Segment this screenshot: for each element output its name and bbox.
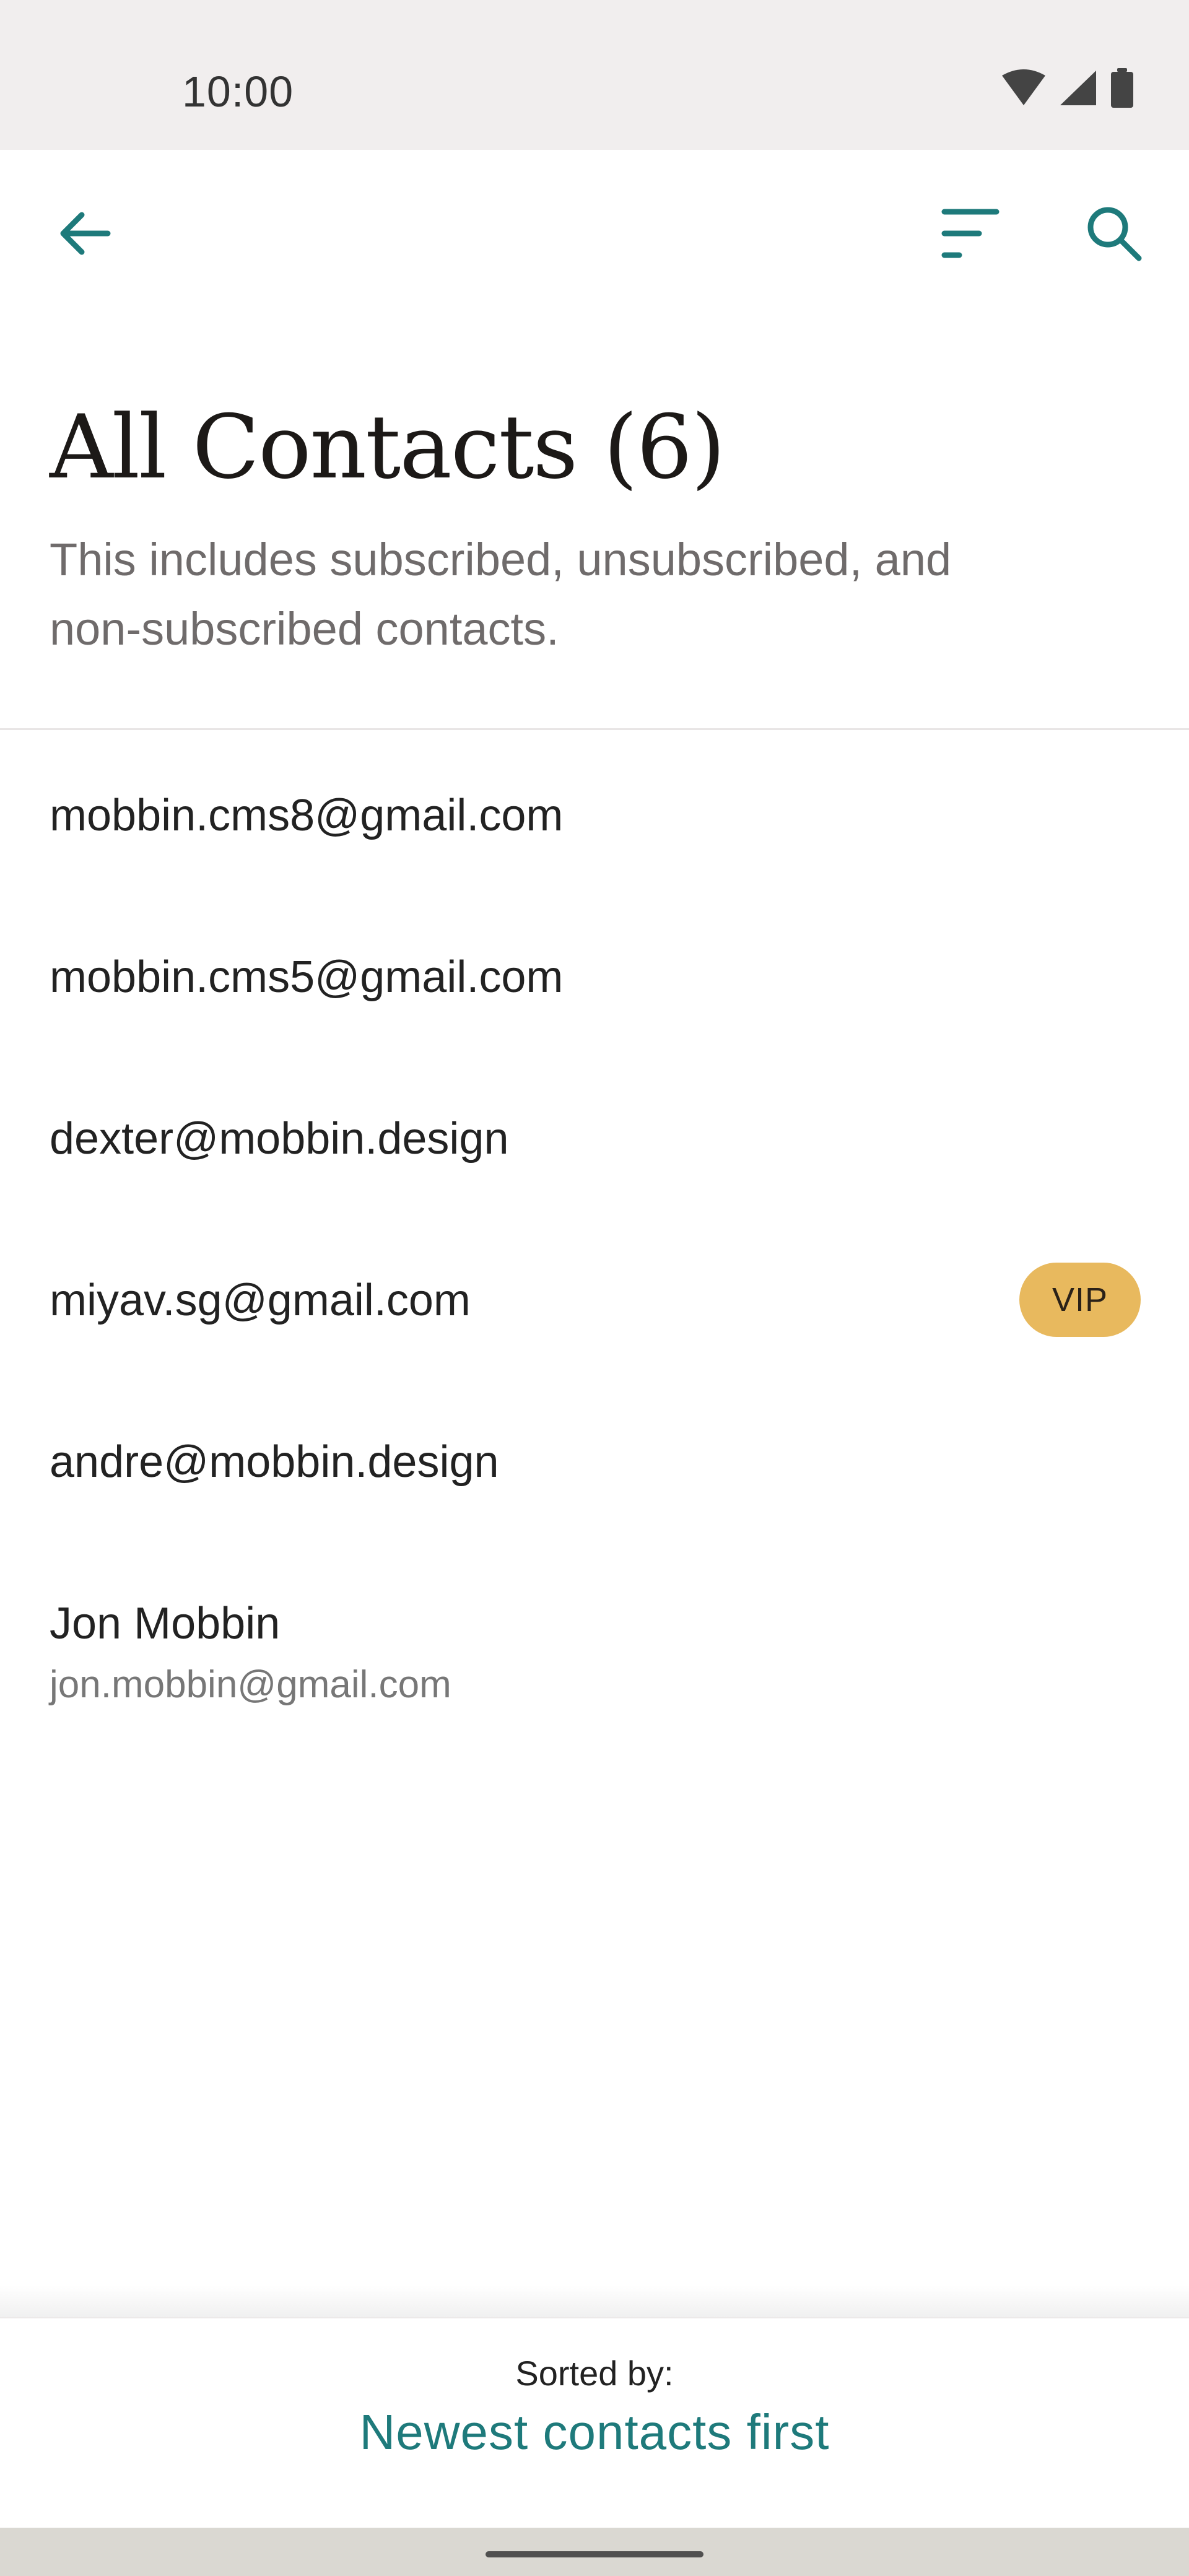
contact-name: Jon Mobbin bbox=[50, 1599, 281, 1648]
sort-order-button[interactable]: Newest contacts first bbox=[0, 2404, 1189, 2461]
search-button[interactable] bbox=[1068, 188, 1161, 281]
contact-email: dexter@mobbin.design bbox=[50, 1114, 509, 1164]
arrow-left-icon bbox=[57, 209, 113, 261]
divider bbox=[0, 728, 1189, 730]
sort-button[interactable] bbox=[924, 188, 1017, 281]
battery-icon bbox=[1110, 68, 1135, 111]
contact-row[interactable]: mobbin.cms8@gmail.com bbox=[0, 731, 1189, 892]
contact-row[interactable]: dexter@mobbin.design bbox=[0, 1054, 1189, 1215]
sort-panel-shadow bbox=[0, 2285, 1189, 2317]
back-button[interactable] bbox=[38, 188, 131, 281]
gesture-handle[interactable] bbox=[486, 2551, 703, 2557]
contact-row[interactable]: mobbin.cms5@gmail.com bbox=[0, 892, 1189, 1053]
page-subtitle: This includes subscribed, unsubscribed, … bbox=[50, 534, 952, 655]
contact-email: miyav.sg@gmail.com bbox=[50, 1276, 471, 1325]
status-time: 10:00 bbox=[182, 67, 294, 116]
vip-badge: VIP bbox=[1019, 1263, 1141, 1337]
status-icons bbox=[1001, 68, 1135, 111]
contact-email: mobbin.cms5@gmail.com bbox=[50, 952, 564, 1002]
contact-row[interactable]: andre@mobbin.design bbox=[0, 1377, 1189, 1538]
cell-signal-icon bbox=[1059, 69, 1097, 110]
contact-email: mobbin.cms8@gmail.com bbox=[50, 791, 564, 840]
search-icon bbox=[1084, 204, 1144, 266]
status-bar: 10:00 bbox=[0, 0, 1189, 150]
page-title: All Contacts (6) bbox=[50, 396, 726, 498]
wifi-icon bbox=[1001, 69, 1047, 110]
sort-caption: Sorted by: bbox=[515, 2354, 674, 2393]
contacts-screen: 10:00 All Contacts (6) This includes sub… bbox=[0, 0, 1189, 2576]
contact-email: jon.mobbin@gmail.com bbox=[50, 1663, 451, 1706]
contact-email: andre@mobbin.design bbox=[50, 1437, 499, 1487]
sort-lines-icon bbox=[941, 206, 1000, 264]
contact-row[interactable]: Jon Mobbin jon.mobbin@gmail.com bbox=[0, 1539, 1189, 1706]
contact-row[interactable]: miyav.sg@gmail.com VIP bbox=[0, 1216, 1189, 1377]
